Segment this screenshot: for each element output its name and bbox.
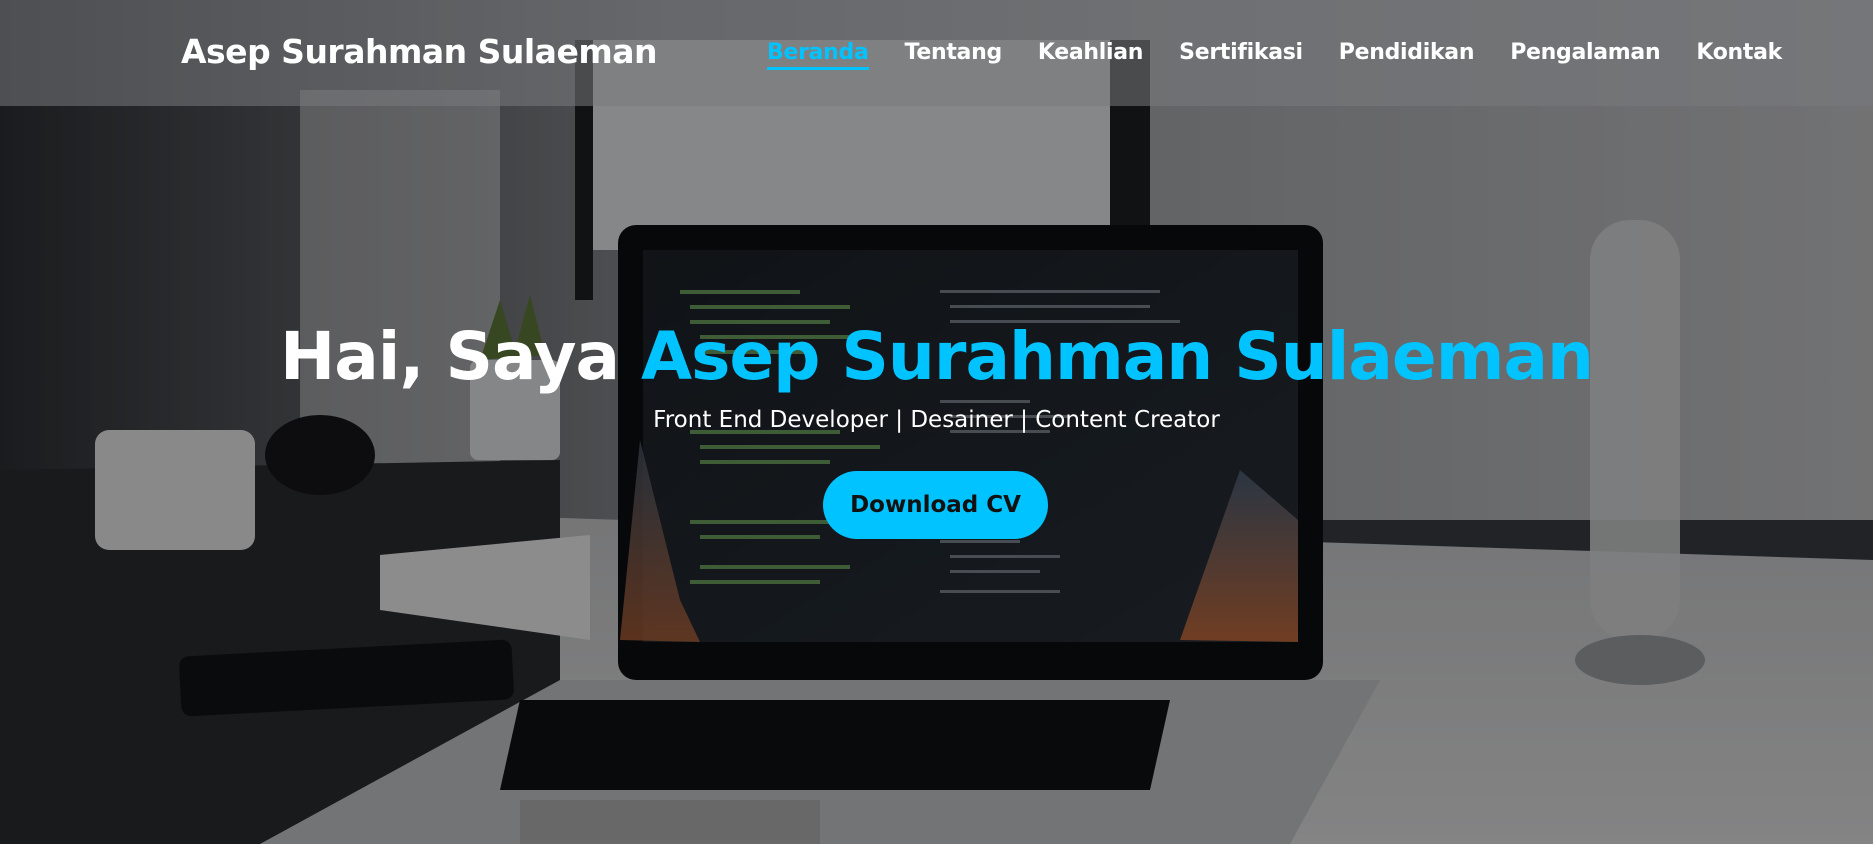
hero-title: Hai, Saya Asep Surahman Sulaeman [0, 318, 1873, 395]
hero-name: Asep Surahman Sulaeman [641, 318, 1594, 395]
page: Asep Surahman Sulaeman Beranda Tentang K… [0, 0, 1873, 844]
hero-subtitle: Front End Developer | Desainer | Content… [653, 407, 1220, 433]
hero-greeting: Hai, Saya [280, 318, 642, 395]
download-cv-button[interactable]: Download CV [823, 471, 1048, 539]
hero-section: Hai, Saya Asep Surahman Sulaeman Front E… [0, 0, 1873, 844]
